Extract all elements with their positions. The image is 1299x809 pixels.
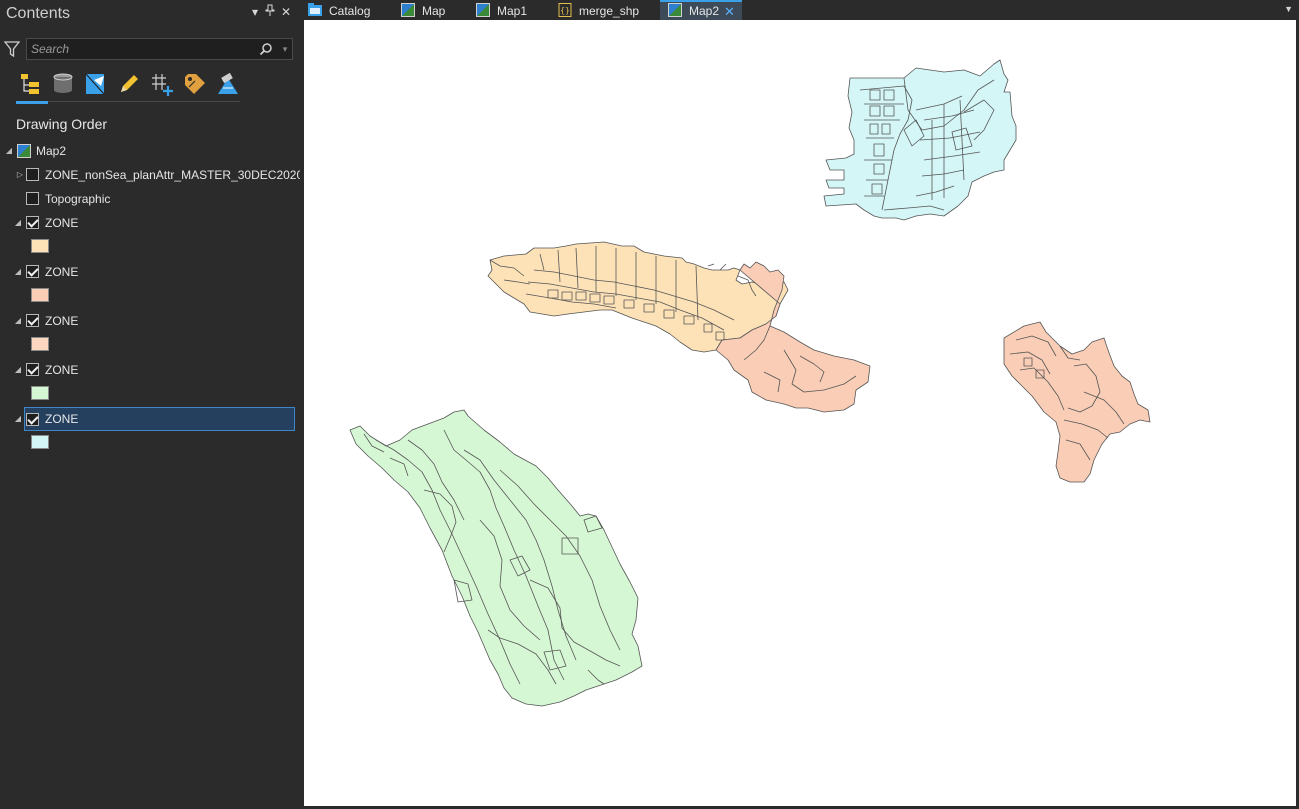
layer-row[interactable]: ◢ ZONE [0,261,298,283]
collapse-triangle-icon[interactable]: ◢ [13,218,23,228]
layer-name-label: ZONE [45,314,79,328]
pane-autohide-button[interactable] [263,4,277,20]
search-box: ▾ [26,38,293,60]
layer-visibility-checkbox[interactable] [26,192,39,205]
layer-visibility-checkbox[interactable] [26,363,39,376]
layer-name-label: Topographic [45,192,111,206]
symbol-swatch[interactable] [31,435,49,449]
pane-title: Contents [6,5,71,22]
layer-visibility-checkbox[interactable] [26,216,39,229]
list-by-data-source-icon[interactable] [49,70,77,98]
layer-row[interactable]: ◢ ZONE [0,359,298,381]
list-by-editing-icon[interactable] [115,70,143,98]
tab-label: merge_shp [579,4,640,18]
table-icon: {} [558,3,572,17]
map-name-label: Map2 [36,144,67,158]
layer-row[interactable]: Topographic [0,188,298,210]
pane-options-button[interactable]: ▾ [248,4,262,20]
map-icon [401,3,415,17]
tab-map1[interactable]: Map1 [468,0,548,20]
zone-polygon-cyan [823,59,1017,221]
map-view[interactable] [304,20,1296,806]
list-by-perspective-imagery-icon[interactable] [214,70,242,98]
collapse-triangle-icon[interactable]: ◢ [13,365,23,375]
map-canvas[interactable] [304,20,1296,806]
layer-visibility-checkbox[interactable] [26,265,39,278]
tab-map[interactable]: Map [393,0,463,20]
symbol-swatch[interactable] [31,386,49,400]
map-icon [476,3,490,17]
layer-name-label: ZONE [45,412,79,426]
view-tab-bar: Catalog Map Map1 {} merge_shp Map2 ✕ ▼ [300,0,1299,20]
contents-pane-header: Contents ▾ ✕ [0,0,298,28]
contents-toolbar [16,68,242,104]
tab-list-chevron-icon[interactable]: ▼ [1284,4,1293,14]
zone-polygon-green [349,409,643,707]
drawing-order-heading: Drawing Order [16,116,108,132]
map-node-row[interactable]: ◢ Map2 [0,140,298,162]
close-icon[interactable]: ✕ [724,4,735,20]
symbol-swatch[interactable] [31,288,49,302]
search-icon[interactable] [259,42,273,56]
layer-name-label: ZONE [45,363,79,377]
tab-map2[interactable]: Map2 ✕ [660,0,742,20]
search-input[interactable] [31,41,241,57]
zone-polygon-salmon-east [1003,321,1151,483]
map-icon [668,3,682,17]
tab-label: Map [422,4,446,18]
layer-name-label: ZONE_nonSea_planAttr_MASTER_30DEC2020 [45,168,304,182]
expand-triangle-icon[interactable]: ▷ [15,170,25,180]
symbol-swatch[interactable] [31,337,49,351]
list-by-drawing-order-icon[interactable] [16,70,48,104]
tab-merge-shp[interactable]: {} merge_shp [550,0,660,20]
arcgis-pro-window: Contents ▾ ✕ ▾ [0,0,1299,809]
tab-label: Map2 [689,4,720,18]
map-icon [17,144,31,158]
tab-label: Map1 [497,4,528,18]
search-options-chevron-icon[interactable]: ▾ [279,41,291,57]
layer-name-label: ZONE [45,216,79,230]
tab-catalog[interactable]: Catalog [300,0,386,20]
layer-visibility-checkbox[interactable] [26,314,39,327]
layer-row[interactable]: ◢ ZONE [0,310,298,332]
collapse-triangle-icon[interactable]: ◢ [13,414,23,424]
collapse-triangle-icon[interactable]: ◢ [13,316,23,326]
list-by-labeling-icon[interactable] [181,70,209,98]
layer-visibility-checkbox[interactable] [26,413,39,426]
list-by-selection-icon[interactable] [82,70,110,98]
list-by-snapping-icon[interactable] [148,70,176,98]
contents-pane: Contents ▾ ✕ ▾ [0,0,303,809]
pane-close-button[interactable]: ✕ [279,4,293,20]
symbol-swatch[interactable] [31,239,49,253]
svg-text:{}: {} [560,6,570,15]
layer-row[interactable]: ▷ ZONE_nonSea_planAttr_MASTER_30DEC2020 [0,164,303,186]
collapse-triangle-icon[interactable]: ◢ [13,267,23,277]
zone-polygon-peach [487,241,789,353]
collapse-triangle-icon[interactable]: ◢ [4,146,14,156]
layer-name-label: ZONE [45,265,79,279]
tab-label: Catalog [329,4,371,18]
catalog-icon [308,3,322,17]
layer-visibility-checkbox[interactable] [26,168,39,181]
layer-row[interactable]: ◢ ZONE [0,212,298,234]
filter-icon[interactable] [3,40,21,58]
layer-row-selected[interactable]: ZONE [24,407,295,431]
